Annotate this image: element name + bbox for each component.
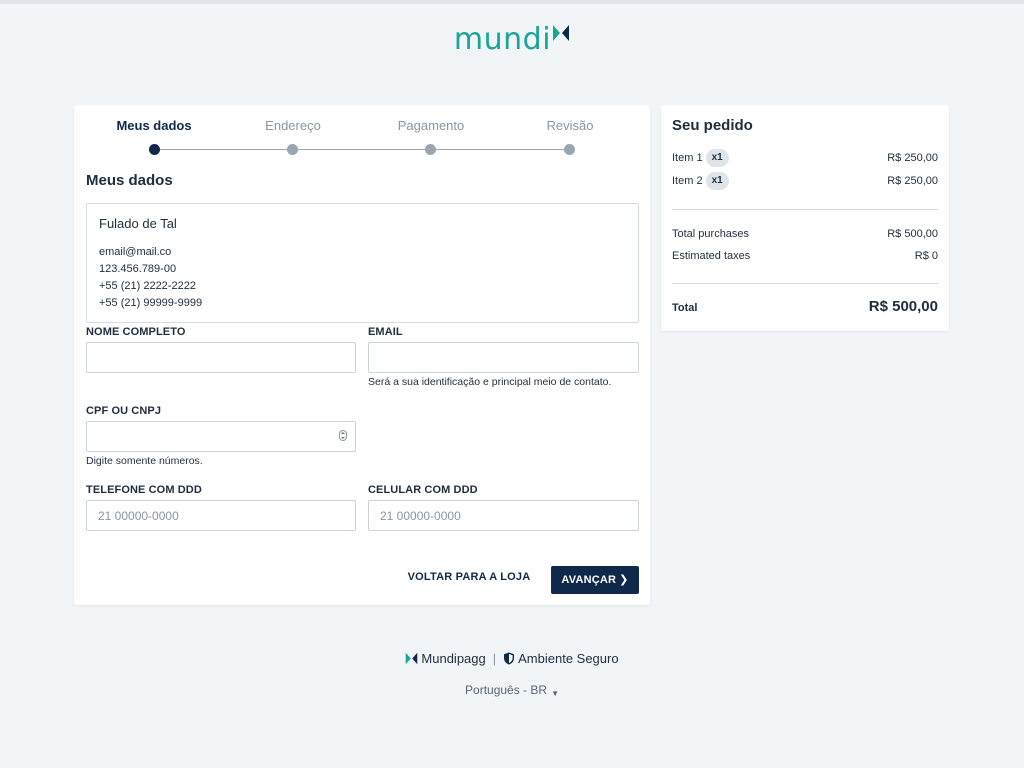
section-title: Meus dados (86, 172, 173, 189)
order-divider (672, 209, 938, 210)
document-field (86, 421, 356, 452)
qty-badge: x1 (705, 149, 729, 167)
footer-separator: | (492, 651, 497, 666)
chevron-right-icon: ❯ (619, 574, 629, 586)
step-dot-meus-dados (149, 144, 160, 155)
footer-secure: Ambiente Seguro (518, 651, 619, 666)
stepper-line (154, 149, 570, 150)
top-border (0, 0, 1024, 4)
language-selector[interactable]: Português - BR ▼ (0, 683, 1024, 698)
order-divider (672, 283, 938, 284)
language-label: Português - BR (465, 683, 548, 697)
step-revisao[interactable]: Revisão (510, 118, 630, 133)
mundi-logo: mundi (0, 22, 1024, 57)
step-pagamento[interactable]: Pagamento (371, 118, 491, 133)
order-summary-card: Seu pedido Item 1 x1 R$ 250,00 Item 2 x1 R… (661, 105, 949, 331)
next-button[interactable]: AVANÇAR ❯ (551, 566, 639, 594)
full-name-label: NOME COMPLETO (86, 326, 186, 338)
full-name-input[interactable] (86, 342, 356, 373)
mobile-input[interactable] (368, 500, 639, 531)
shield-icon (503, 652, 515, 668)
order-item: Item 1 x1 (672, 149, 729, 167)
step-endereco[interactable]: Endereço (233, 118, 353, 133)
summary-phone: +55 (21) 2222-2222 (99, 280, 196, 292)
order-item: Item 2 x1 (672, 172, 729, 190)
step-dot-revisao (564, 144, 575, 155)
email-help: Será a sua identificação e principal mei… (368, 376, 612, 388)
footer-brand: Mundipagg (421, 651, 486, 666)
footer: Mundipagg | Ambiente Seguro (0, 651, 1024, 668)
back-to-store-button[interactable]: VOLTAR PARA A LOJA (404, 571, 534, 587)
item-name: Item 1 (672, 151, 703, 164)
summary-email: email@mail.co (99, 246, 172, 258)
total-purchases-label: Total purchases (672, 228, 750, 240)
document-help: Digite somente números. (86, 455, 203, 467)
number-spinner-icon[interactable] (339, 430, 347, 441)
caret-down-icon: ▼ (551, 689, 559, 698)
estimated-taxes-label: Estimated taxes (672, 250, 751, 262)
phone-label: TELEFONE COM DDD (86, 484, 202, 496)
document-label: CPF OU CNPJ (86, 405, 162, 417)
total-purchases-value: R$ 500,00 (887, 228, 938, 240)
step-dot-pagamento (425, 144, 436, 155)
summary-name: Fulado de Tal (99, 216, 177, 231)
document-input[interactable] (86, 421, 356, 452)
step-meus-dados[interactable]: Meus dados (94, 118, 214, 133)
total-value: R$ 500,00 (868, 298, 938, 315)
mundipagg-logo-icon (405, 652, 418, 668)
phone-input[interactable] (86, 500, 356, 531)
checkout-form-card: Meus dados Endereço Pagamento Revisão Me… (74, 105, 650, 605)
summary-mobile: +55 (21) 99999-9999 (99, 297, 203, 309)
mundi-mark-icon (552, 24, 570, 47)
order-title: Seu pedido (672, 117, 753, 134)
total-label: Total (672, 302, 698, 314)
logo-text: mundi (453, 22, 552, 57)
item-price: R$ 250,00 (887, 152, 938, 164)
email-label: EMAIL (368, 326, 403, 338)
email-input[interactable] (368, 342, 639, 373)
step-dot-endereco (287, 144, 298, 155)
item-price: R$ 250,00 (887, 175, 938, 187)
qty-badge: x1 (705, 172, 729, 190)
customer-summary: Fulado de Tal email@mail.co 123.456.789-… (86, 203, 639, 323)
summary-document: 123.456.789-00 (99, 263, 177, 275)
next-button-label: AVANÇAR (561, 574, 617, 586)
estimated-taxes-value: R$ 0 (914, 250, 938, 262)
item-name: Item 2 (672, 174, 703, 187)
mobile-label: CELULAR COM DDD (368, 484, 478, 496)
